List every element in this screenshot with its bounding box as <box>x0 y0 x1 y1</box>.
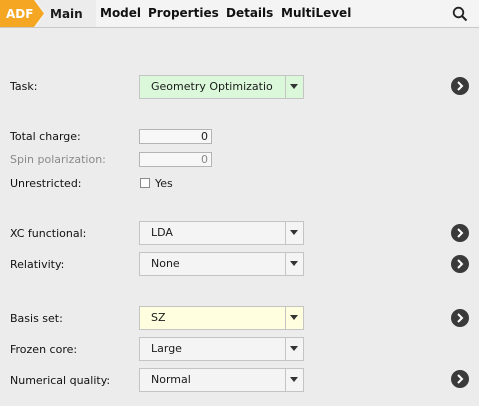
frozen-core-value: Large <box>151 342 182 355</box>
chevron-down-icon <box>290 315 298 320</box>
task-value: Geometry Optimizatio <box>151 80 273 93</box>
task-select[interactable]: Geometry Optimizatio <box>139 75 304 99</box>
numerical-quality-details-button[interactable] <box>451 370 469 388</box>
chevron-down-icon <box>290 230 298 235</box>
tab-details[interactable]: Details <box>226 0 273 27</box>
task-dropdown[interactable] <box>285 76 303 98</box>
spin-polarization-input[interactable]: 0 <box>139 152 212 167</box>
basis-set-select[interactable]: SZ <box>139 306 304 330</box>
numerical-quality-value: Normal <box>151 373 191 386</box>
xc-functional-value: LDA <box>151 226 173 239</box>
task-details-button[interactable] <box>451 77 469 95</box>
relativity-dropdown[interactable] <box>285 253 303 275</box>
top-toolbar: ADF Main Model Properties Details MultiL… <box>0 0 479 28</box>
basis-set-label: Basis set: <box>10 312 63 325</box>
tab-main-label: Main <box>50 6 83 21</box>
relativity-select[interactable]: None <box>139 252 304 276</box>
xc-functional-dropdown[interactable] <box>285 222 303 244</box>
basis-set-dropdown[interactable] <box>285 307 303 329</box>
unrestricted-option-label[interactable]: Yes <box>155 177 173 190</box>
total-charge-label: Total charge: <box>10 130 81 143</box>
chevron-down-icon <box>290 261 298 266</box>
relativity-details-button[interactable] <box>451 255 469 273</box>
basis-set-value: SZ <box>151 311 166 324</box>
frozen-core-select[interactable]: Large <box>139 337 304 361</box>
spin-polarization-label: Spin polarization: <box>10 153 106 166</box>
unrestricted-checkbox[interactable] <box>140 178 150 188</box>
xc-functional-label: XC functional: <box>10 227 87 240</box>
tab-properties[interactable]: Properties <box>148 0 219 27</box>
numerical-quality-dropdown[interactable] <box>285 369 303 391</box>
app-label: ADF <box>6 6 34 21</box>
task-label: Task: <box>10 80 38 93</box>
numerical-quality-select[interactable]: Normal <box>139 368 304 392</box>
chevron-down-icon <box>290 84 298 89</box>
frozen-core-dropdown[interactable] <box>285 338 303 360</box>
basis-set-details-button[interactable] <box>451 309 469 327</box>
app-menu-adf[interactable]: ADF <box>0 0 44 27</box>
numerical-quality-label: Numerical quality: <box>10 374 111 387</box>
chevron-down-icon <box>290 377 298 382</box>
tab-multilevel[interactable]: MultiLevel <box>281 0 351 27</box>
tab-model[interactable]: Model <box>100 0 141 27</box>
tab-main[interactable]: Main <box>36 0 96 27</box>
xc-functional-select[interactable]: LDA <box>139 221 304 245</box>
unrestricted-label: Unrestricted: <box>10 177 82 190</box>
chevron-down-icon <box>290 346 298 351</box>
relativity-label: Relativity: <box>10 258 65 271</box>
total-charge-input[interactable]: 0 <box>139 129 212 144</box>
search-icon[interactable] <box>452 6 468 22</box>
relativity-value: None <box>151 257 180 270</box>
frozen-core-label: Frozen core: <box>10 343 78 356</box>
xc-functional-details-button[interactable] <box>451 224 469 242</box>
